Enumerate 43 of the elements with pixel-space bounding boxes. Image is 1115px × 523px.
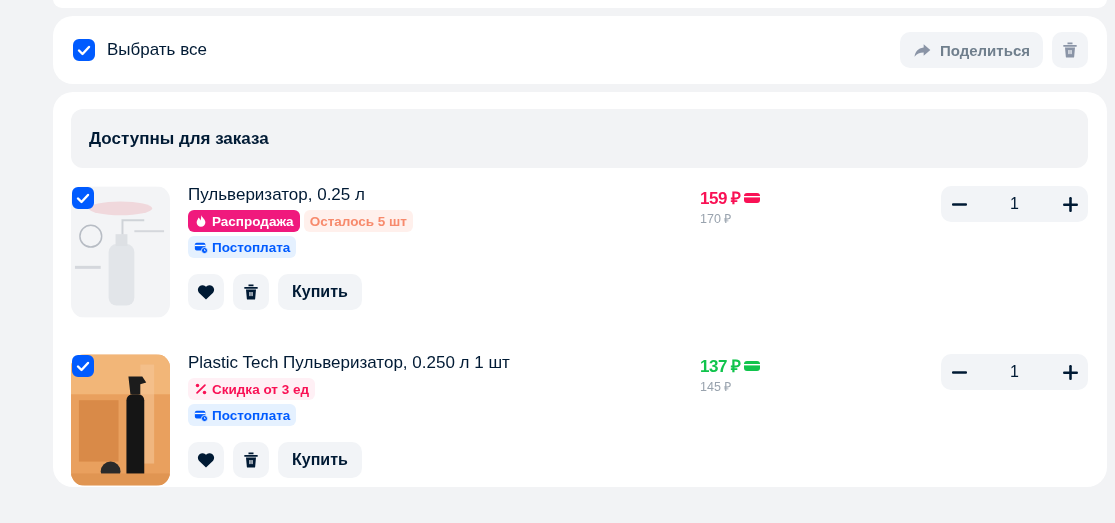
price-value: 137 ₽ (700, 356, 741, 377)
plus-icon (1061, 195, 1079, 213)
buy-button[interactable]: Купить (278, 274, 362, 310)
delete-button[interactable] (233, 442, 269, 478)
checkbox[interactable] (72, 187, 94, 209)
section-title: Доступны для заказа (89, 128, 269, 149)
product-title[interactable]: Пульверизатор, 0.25 л (188, 185, 688, 205)
check-icon (77, 193, 89, 203)
price-value: 159 ₽ (700, 188, 741, 209)
plus-icon (1061, 363, 1079, 381)
product-tag: Распродажа (188, 210, 300, 232)
minus-icon (951, 202, 967, 206)
check-icon (77, 361, 89, 371)
favorite-button[interactable] (188, 274, 224, 310)
product-tag: Осталось 5 шт (303, 210, 413, 232)
product-title[interactable]: Plastic Tech Пульверизатор, 0.250 л 1 шт (188, 353, 688, 373)
product-tag: Постоплата (188, 404, 297, 426)
old-price: 145 ₽ (700, 379, 733, 395)
checkbox[interactable] (73, 39, 95, 61)
quantity-value[interactable]: 1 (1010, 195, 1019, 213)
trash-icon (241, 282, 261, 302)
trash-icon (1060, 40, 1080, 60)
card-clock-icon (194, 408, 208, 422)
select-all-label[interactable]: Выбрать все (107, 40, 207, 60)
check-icon (78, 45, 90, 55)
product-tag: Скидка от 3 ед (188, 378, 315, 400)
favorite-button[interactable] (188, 442, 224, 478)
buy-button[interactable]: Купить (278, 442, 362, 478)
flame-icon (194, 214, 208, 228)
card-icon (743, 191, 760, 204)
card-icon (743, 359, 760, 372)
share-button[interactable]: Поделиться (899, 32, 1043, 68)
minus-icon (951, 370, 967, 374)
trash-icon (241, 450, 261, 470)
old-price: 170 ₽ (700, 211, 733, 227)
card-clock-icon (194, 240, 208, 254)
heart-icon (196, 282, 216, 302)
product-tag: Постоплата (188, 236, 297, 258)
quantity-value[interactable]: 1 (1010, 363, 1019, 381)
delete-button[interactable] (233, 274, 269, 310)
checkbox[interactable] (72, 355, 94, 377)
heart-icon (196, 450, 216, 470)
percent-icon (194, 382, 208, 396)
